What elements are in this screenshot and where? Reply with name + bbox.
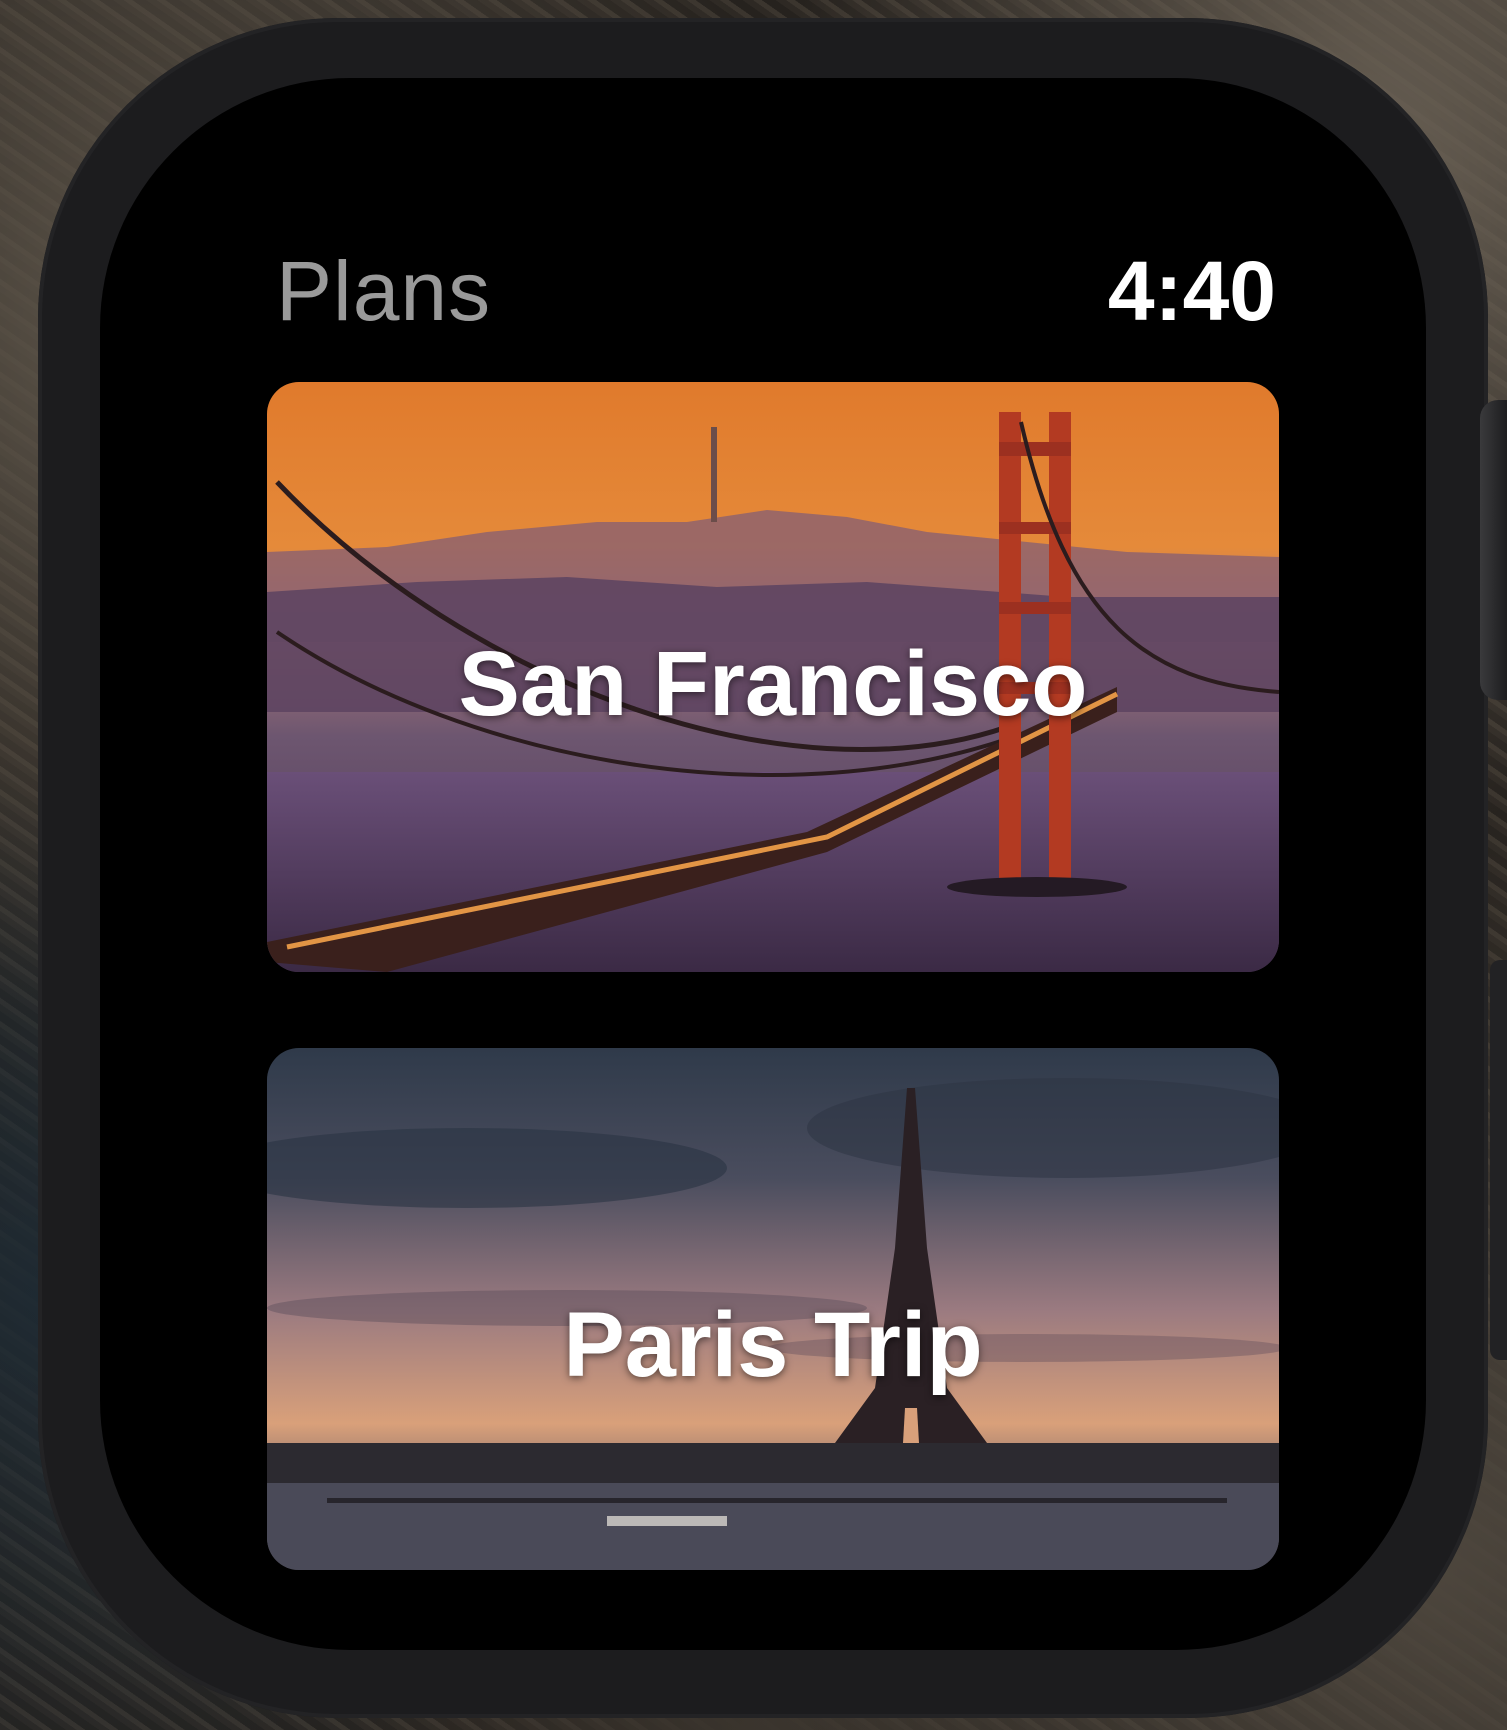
plan-card-paris-trip[interactable]: Paris Trip (267, 1048, 1279, 1570)
plan-card-label: San Francisco (458, 633, 1088, 735)
side-button[interactable] (1490, 960, 1507, 1360)
clock-time: 4:40 (1107, 244, 1276, 338)
app-title: Plans (276, 244, 492, 338)
digital-crown[interactable] (1480, 400, 1507, 700)
watch-screen: Plans 4:40 San Francisco Paris Trip (100, 78, 1426, 1650)
plan-card-san-francisco[interactable]: San Francisco (267, 382, 1279, 972)
plan-card-label: Paris Trip (563, 1294, 983, 1396)
